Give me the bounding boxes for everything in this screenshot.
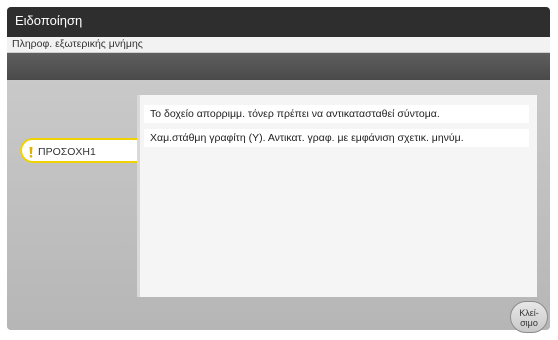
- toolbar-band: [7, 53, 550, 80]
- close-button-label: Κλεί- σιμο: [519, 308, 539, 328]
- warning-icon: [28, 145, 34, 158]
- close-button[interactable]: Κλεί- σιμο: [510, 301, 548, 333]
- tab-caution[interactable]: ΠΡΟΣΟΧΗ1: [20, 138, 137, 163]
- subtitle-bar: Πληροφ. εξωτερικής μνήμης: [7, 37, 550, 53]
- screen-frame: Ειδοποίηση Πληροφ. εξωτερικής μνήμης Το …: [7, 7, 550, 330]
- message-item: Χαμ.στάθμη γραφίτη (Y). Αντικατ. γραφ. μ…: [144, 129, 529, 147]
- tab-caution-label: ΠΡΟΣΟΧΗ1: [38, 146, 96, 158]
- message-item: Το δοχείο απορριμμ. τόνερ πρέπει να αντι…: [144, 105, 529, 123]
- title-bar: Ειδοποίηση: [7, 7, 550, 37]
- page-subtitle: Πληροφ. εξωτερικής μνήμης: [12, 38, 143, 50]
- page-title: Ειδοποίηση: [15, 13, 83, 28]
- notification-screen: Ειδοποίηση Πληροφ. εξωτερικής μνήμης Το …: [0, 0, 558, 340]
- message-panel: Το δοχείο απορριμμ. τόνερ πρέπει να αντι…: [137, 95, 537, 297]
